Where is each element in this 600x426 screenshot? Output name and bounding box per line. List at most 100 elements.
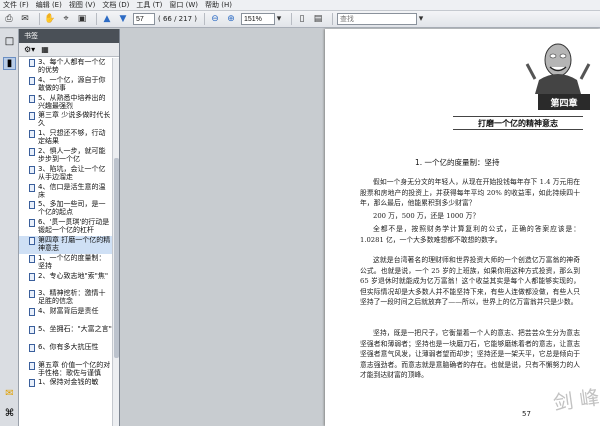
comments-icon[interactable]: ✉: [3, 387, 16, 400]
bookmark-label: 3、陷坑，会让一个亿从手边溜走: [38, 164, 106, 181]
bookmark-label: 5、从熟悉中培养出的兴趣最强烈: [38, 93, 106, 110]
bookmark-label: 5、坐拥石："大富之言": [38, 324, 112, 333]
options-icon[interactable]: ⚙▾: [24, 45, 35, 54]
hand-tool-icon[interactable]: ✋: [44, 13, 56, 25]
menu-file[interactable]: 文件 (F): [3, 0, 29, 10]
bookmark-item[interactable]: 3、每个人都有一个亿的优势: [19, 58, 113, 76]
bookmarks-icon[interactable]: ▮: [3, 57, 16, 70]
new-bookmark-icon[interactable]: ▦: [41, 45, 49, 54]
bookmark-item[interactable]: 2、专心致志地"索"焦": [19, 272, 113, 290]
menu-bar: 文件 (F) 编辑 (E) 视图 (V) 文档 (D) 工具 (T) 窗口 (W…: [0, 0, 600, 11]
menu-edit[interactable]: 编辑 (E): [36, 0, 62, 10]
menu-document[interactable]: 文档 (D): [102, 0, 129, 10]
bookmark-label: 4、信口是活生意的温床: [38, 182, 106, 199]
bookmark-icon: [29, 272, 35, 281]
bookmark-item[interactable]: 3、精神挖析：激情十足胜的信念: [19, 289, 113, 307]
chapter-title: 打磨一个亿的精神意志: [453, 116, 583, 130]
bookmark-item[interactable]: 2、惧人一步，就可能步步到一个亿: [19, 147, 113, 165]
chapter-badge: 第四章: [538, 94, 590, 110]
panel-toolbar: ⚙▾ ▦: [19, 43, 119, 57]
bookmark-icon: [29, 379, 35, 388]
bookmark-label: 4、财富背后是责任: [38, 307, 99, 316]
print-icon[interactable]: ⎙: [3, 13, 15, 25]
bookmark-icon: [29, 325, 35, 334]
bookmark-label: 第五章 价值一个亿的对手性格：歌佐与谨慎: [38, 360, 111, 377]
bookmark-item[interactable]: 第三章 少说多做时代长久: [19, 111, 113, 129]
page-count: ( 66 / 217 ): [158, 15, 197, 23]
bookmark-icon: [29, 236, 35, 245]
fit-width-icon[interactable]: ▤: [312, 13, 324, 25]
bookmark-item[interactable]: 5、坐拥石："大富之言": [19, 325, 113, 343]
bookmark-label: 1、一个亿的度量制：坚持: [38, 253, 106, 270]
scrollbar-thumb[interactable]: [114, 158, 119, 358]
bookmark-icon: [29, 219, 35, 228]
bookmark-label: 第四章 打磨一个亿的精神意志: [38, 235, 111, 252]
paragraph: 200 万，500 万，还是 1000 万？: [373, 212, 480, 220]
pages-icon[interactable]: □: [3, 35, 16, 48]
menu-help[interactable]: 帮助 (H): [205, 0, 232, 10]
zoom-dropdown-icon[interactable]: ▾: [275, 13, 283, 25]
cartoon-mascot-image: [525, 43, 591, 94]
bookmark-item[interactable]: 4、信口是活生意的温床: [19, 183, 113, 201]
bookmark-label: 1、只想还不够，行动定结果: [38, 129, 106, 146]
bookmark-label: 2、专心致志地"索"焦": [38, 271, 109, 280]
select-tool-icon[interactable]: ⌖: [60, 13, 72, 25]
zoom-out-icon[interactable]: ⊖: [209, 13, 221, 25]
bookmark-icon: [29, 290, 35, 299]
menu-view[interactable]: 视图 (V): [69, 0, 95, 10]
search-input[interactable]: [337, 13, 417, 25]
zoom-in-icon[interactable]: ⊕: [225, 13, 237, 25]
bookmark-item[interactable]: 3、陷坑，会让一个亿从手边溜走: [19, 165, 113, 183]
bookmark-label: 6、'贯一贯琪'的行动是锻起一个亿的杠杆: [38, 218, 110, 235]
bookmark-label: 3、每个人都有一个亿的优势: [38, 58, 106, 74]
bookmark-item[interactable]: 5、从熟悉中培养出的兴趣最强烈: [19, 94, 113, 112]
document-page: 第四章 打磨一个亿的精神意志 1. 一个亿的度量制：坚持 假如一个身无分文的年轻…: [325, 29, 600, 426]
bookmark-icon: [29, 201, 35, 210]
snapshot-icon[interactable]: ▣: [76, 13, 88, 25]
fit-page-icon[interactable]: ▯: [296, 13, 308, 25]
bookmark-item[interactable]: 4、财富背后是责任: [19, 307, 113, 325]
toolbar-divider: [204, 13, 205, 25]
zoom-input[interactable]: [241, 13, 275, 25]
bookmark-icon: [29, 130, 35, 139]
bookmark-label: 1、保持对金钱的敏: [38, 378, 99, 387]
bookmark-label: 5、多加一些司，是一个亿的起点: [38, 200, 106, 217]
bookmark-list: 3、每个人都有一个亿的优势 4、一个亿，源自于你敢做的事 5、从熟悉中培养出的兴趣最…: [19, 58, 113, 426]
navigation-strip: □ ▮ ✉ ⌘: [0, 29, 19, 426]
bookmark-icon: [29, 254, 35, 263]
search-dropdown-icon[interactable]: ▾: [417, 13, 425, 25]
menu-window[interactable]: 窗口 (W): [169, 0, 198, 10]
email-icon[interactable]: ✉: [19, 13, 31, 25]
bookmark-label: 6、你有多大抗压性: [38, 342, 99, 351]
bookmark-icon: [29, 76, 35, 85]
toolbar-divider: [332, 13, 333, 25]
bookmark-label: 3、精神挖析：激情十足胜的信念: [38, 289, 106, 306]
toolbar: ⎙ ✉ ✋ ⌖ ▣ ▲ ▼ ( 66 / 217 ) ⊖ ⊕ ▾ ▯ ▤ ▾: [0, 11, 600, 28]
bookmark-item[interactable]: 1、一个亿的度量制：坚持: [19, 254, 113, 272]
bookmark-label: 4、一个亿，源自于你敢做的事: [38, 75, 106, 92]
paragraph: 这就是台湾著名的理财师和世界投资大师的一个创造亿万富翁的神奇公式。也就是说，一个…: [360, 256, 580, 307]
bookmark-item[interactable]: 1、保持对金钱的敏: [19, 378, 113, 396]
attachments-icon[interactable]: ⌘: [3, 407, 16, 420]
toolbar-divider: [96, 13, 97, 25]
menu-tools[interactable]: 工具 (T): [136, 0, 162, 10]
page-down-icon[interactable]: ▼: [117, 13, 129, 25]
bookmark-icon: [29, 112, 35, 121]
bookmark-item[interactable]: 6、'贯一贯琪'的行动是锻起一个亿的杠杆: [19, 218, 113, 236]
section-heading: 1. 一个亿的度量制：坚持: [415, 158, 500, 167]
bookmark-item[interactable]: 第四章 打磨一个亿的精神意志: [19, 235, 113, 254]
paragraph: 坚持，既是一把尺子，它衡量着一个人的意志、把芸芸众生分为意志坚强者和薄弱者；坚持…: [360, 329, 580, 380]
bookmark-scrollbar[interactable]: [112, 58, 119, 426]
bookmark-item[interactable]: 6、你有多大抗压性: [19, 343, 113, 361]
bookmark-item[interactable]: 4、一个亿，源自于你敢做的事: [19, 76, 113, 94]
bookmark-icon: [29, 147, 35, 156]
page-number: 57: [522, 410, 531, 418]
page-up-icon[interactable]: ▲: [101, 13, 113, 25]
bookmark-icon: [29, 59, 35, 67]
page-number-input[interactable]: [133, 13, 155, 25]
paragraph: 假如一个身无分文的年轻人，从现在开始投钱每年存下 1.4 万元用在股票和房地产的…: [360, 178, 580, 208]
bookmark-item[interactable]: 5、多加一些司，是一个亿的起点: [19, 200, 113, 218]
document-background: [120, 29, 325, 426]
bookmark-item[interactable]: 第五章 价值一个亿的对手性格：歌佐与谨慎: [19, 361, 113, 379]
bookmark-item[interactable]: 1、只想还不够，行动定结果: [19, 129, 113, 147]
